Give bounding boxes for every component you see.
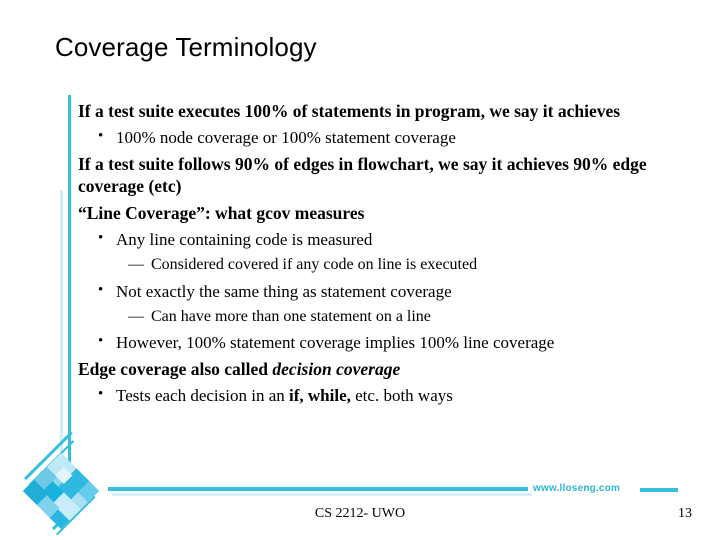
em-dash-icon: — xyxy=(128,307,144,325)
footer-rule-right xyxy=(640,488,678,492)
footer-rule-light xyxy=(112,493,532,496)
bullet-line-8-label: Can have more than one statement on a li… xyxy=(151,307,431,325)
bullet-line-5-label: Any line containing code is measured xyxy=(116,230,373,249)
bullet-line-10-label: Edge coverage also called xyxy=(78,359,273,379)
footer-course: CS 2212- UWO xyxy=(314,506,406,521)
bullet-dot-icon: • xyxy=(98,127,104,144)
bullet-line-11-keywords: if, while, xyxy=(289,385,351,405)
bullet-line-3: If a test suite follows 90% of edges in … xyxy=(78,153,647,197)
bullet-line-9: • However, 100% statement coverage impli… xyxy=(96,331,670,354)
bullet-line-11: • Tests each decision in an if, while, e… xyxy=(96,384,670,407)
bullet-line-4: “Line Coverage”: what gcov measures xyxy=(78,202,365,223)
bullet-line-8: — Can have more than one statement on a … xyxy=(128,306,670,329)
page-title: Coverage Terminology xyxy=(55,32,317,62)
bullet-line-10: Edge coverage also called decision cover… xyxy=(78,358,670,381)
footer-url: www.lloseng.com xyxy=(533,483,621,494)
bullet-dot-icon: • xyxy=(98,333,104,349)
bullet-line-2: • 100% node coverage or 100% statement c… xyxy=(96,126,670,149)
bullet-dot-icon: • xyxy=(98,281,104,298)
bullet-line-9-label: However, 100% statement coverage implies… xyxy=(116,333,555,352)
bullet-line-11-post: etc. both ways xyxy=(350,385,453,405)
bullet-line-6: — Considered covered if any code on line… xyxy=(128,254,670,277)
logo-diamond-icon xyxy=(18,431,104,536)
footer-rule xyxy=(108,487,528,491)
bullet-line-11-pre: Tests each decision in an xyxy=(116,385,290,405)
em-dash-icon: — xyxy=(128,256,144,273)
logo-diamond-body xyxy=(22,452,100,530)
bullet-dot-icon: • xyxy=(98,385,104,402)
bullet-line-6-label: Considered covered if any code on line i… xyxy=(151,256,478,273)
bullet-dot-icon: • xyxy=(98,230,104,246)
bullet-line-10-emphasis: decision coverage xyxy=(272,359,401,379)
footer-page-number: 13 xyxy=(678,506,692,521)
bullet-line-7-label: Not exactly the same thing as statement … xyxy=(116,281,452,301)
bullet-line-5: • Any line containing code is measured xyxy=(96,228,670,251)
left-accent-rule xyxy=(68,95,71,485)
slide: Coverage Terminology If a test suite exe… xyxy=(0,0,720,540)
bullet-line-7: • Not exactly the same thing as statemen… xyxy=(96,280,670,303)
slide-body: If a test suite executes 100% of stateme… xyxy=(78,100,670,407)
bullet-line-1: If a test suite executes 100% of stateme… xyxy=(78,101,621,121)
bullet-line-2-label: 100% node coverage or 100% statement cov… xyxy=(116,127,456,147)
